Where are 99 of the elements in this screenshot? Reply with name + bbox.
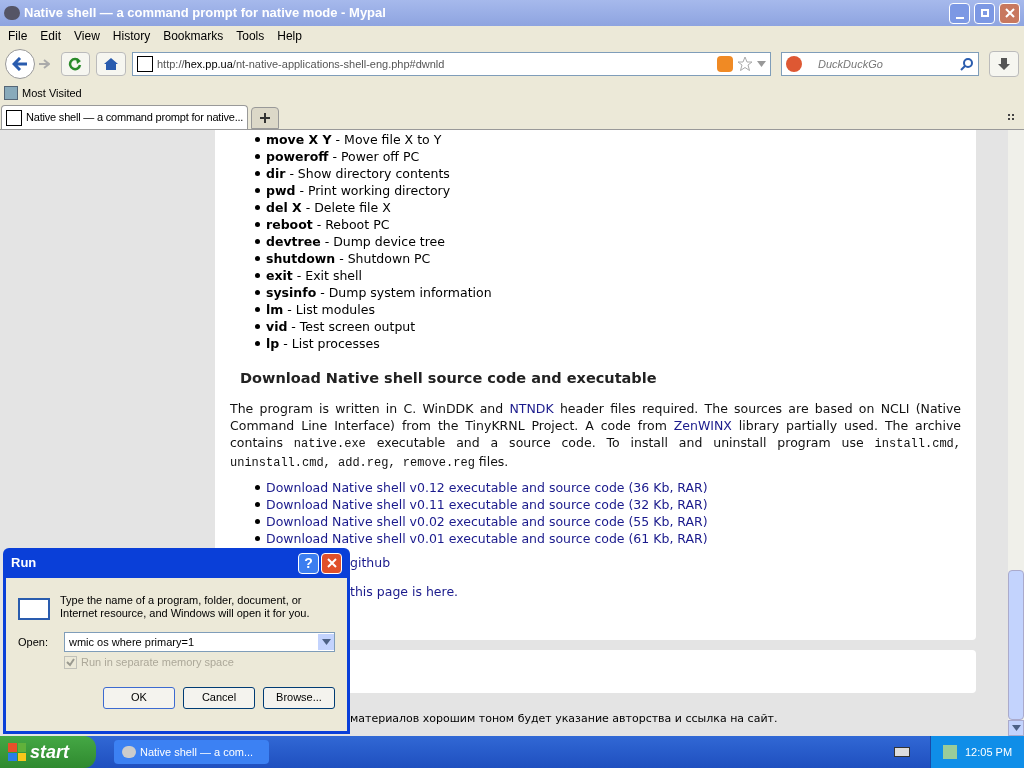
dialog-title: Run	[11, 554, 38, 573]
bullet-icon	[255, 536, 260, 541]
description-paragraph: The program is written in C. WinDDK and NTNDK header files required. The sources are based on NCLI (Native Command Line Interface) from the TinyKRNL Project. A code from ZenWINX library partially used. The archive contains native.exe executable and a source code. To install and uninstall program use install.cmd, uninstall.cmd, add.reg, remove.reg files.	[230, 400, 961, 472]
bullet-icon	[255, 273, 260, 278]
scroll-down-button[interactable]	[1008, 720, 1024, 736]
bullet-icon	[255, 307, 260, 312]
close-icon	[1004, 8, 1015, 18]
open-field[interactable]: wmic os where primary=1	[64, 632, 335, 652]
command-item: dir - Show directory contents	[266, 165, 450, 182]
back-button[interactable]	[5, 49, 35, 79]
bullet-icon	[255, 324, 260, 329]
windows-flag-icon	[8, 743, 26, 761]
bullet-icon	[255, 341, 260, 346]
home-icon	[103, 57, 120, 71]
new-tab-button[interactable]	[251, 107, 279, 129]
scrollbar[interactable]	[1008, 130, 1024, 736]
bullet-icon	[255, 205, 260, 210]
close-icon	[326, 558, 337, 568]
bullet-icon	[255, 290, 260, 295]
reload-button[interactable]	[60, 52, 91, 76]
bullet-icon	[255, 222, 260, 227]
download-link[interactable]: Download Native shell v0.11 executable and source code (32 Kb, RAR)	[266, 496, 708, 513]
caret-icon	[757, 61, 767, 67]
url-text: http://hex.pp.ua/nt-native-applications-shell-eng.php#dwnld	[157, 56, 446, 72]
dialog-button[interactable]: Browse...	[263, 686, 335, 709]
command-item: vid - Test screen output	[266, 318, 416, 335]
menu-item[interactable]: History	[110, 27, 153, 45]
footer-text: материалов хорошим тоном будет указание авторства и ссылка на сайт.	[350, 712, 778, 725]
scroll-thumb[interactable]	[1008, 570, 1024, 720]
download-button[interactable]	[989, 51, 1019, 77]
menu-item[interactable]: Bookmarks	[161, 27, 226, 45]
download-link[interactable]: Download Native shell v0.02 executable and source code (55 Kb, RAR)	[266, 513, 708, 530]
checkbox-label: Run in separate memory space	[81, 655, 234, 670]
forward-arrow-icon	[37, 59, 50, 69]
bullet-icon	[255, 519, 260, 524]
search-field[interactable]: DuckDuckGo	[781, 52, 980, 76]
download-link[interactable]: Download Native shell v0.12 executable and source code (36 Kb, RAR)	[266, 479, 708, 496]
download-arrow-icon	[997, 57, 1012, 71]
command-item: lm - List modules	[266, 301, 375, 318]
command-item: shutdown - Shutdown PC	[266, 250, 431, 267]
section-heading: Download Native shell source code and executable	[240, 369, 658, 388]
menu-item[interactable]: View	[72, 27, 102, 45]
grip-icon	[1007, 113, 1015, 121]
dialog-button[interactable]: OK	[103, 686, 175, 709]
caret-icon	[1011, 725, 1021, 731]
search-icon[interactable]	[960, 57, 975, 71]
site-icon	[137, 56, 153, 72]
reload-icon	[68, 57, 83, 71]
minimize-button[interactable]	[949, 2, 970, 24]
bullet-icon	[255, 154, 260, 159]
download-link[interactable]: Download Native shell v0.01 executable and source code (61 Kb, RAR)	[266, 530, 708, 547]
text-link[interactable]: ZenWINX	[673, 418, 732, 433]
start-button[interactable]: start	[0, 736, 96, 768]
github-link[interactable]: github	[350, 555, 391, 570]
restore-button[interactable]	[974, 2, 995, 24]
back-arrow-icon	[11, 57, 28, 71]
menu-item[interactable]: Edit	[38, 27, 64, 45]
bullet-icon	[255, 137, 260, 142]
command-item: sysinfo - Dump system information	[266, 284, 492, 301]
address-field[interactable]: http://hex.pp.ua/nt-native-applications-shell-eng.php#dwnld	[132, 52, 772, 76]
keyboard-icon	[894, 747, 910, 757]
dropdown-button[interactable]	[318, 634, 334, 650]
rss-icon	[717, 56, 734, 72]
home-button[interactable]	[96, 52, 126, 76]
menu-item[interactable]: Help	[275, 27, 304, 45]
window-title: Native shell — a command prompt for native mode - Mypal	[24, 4, 387, 23]
command-item: reboot - Reboot PC	[266, 216, 390, 233]
bullet-icon	[255, 188, 260, 193]
menu-item[interactable]: File	[6, 27, 30, 45]
command-item: move X Y - Move file X to Y	[266, 131, 442, 148]
command-item: devtree - Dump device tree	[266, 233, 445, 250]
star-icon[interactable]	[737, 56, 754, 72]
dialog-button[interactable]: Cancel	[183, 686, 255, 709]
dialog-message: Type the name of a program, folder, document, or Internet resource, and Windows will open it for you.	[60, 594, 311, 620]
bullet-icon	[255, 485, 260, 490]
page-link[interactable]: this page is here.	[350, 584, 459, 599]
network-icon	[943, 745, 957, 759]
close-button[interactable]	[999, 2, 1020, 24]
bullet-icon	[255, 502, 260, 507]
open-label: Open:	[18, 634, 49, 650]
bullet-icon	[255, 256, 260, 261]
bullet-icon	[255, 171, 260, 176]
command-item: del X - Delete file X	[266, 199, 391, 216]
help-button[interactable]: ?	[298, 552, 319, 574]
command-item: poweroff - Power off PC	[266, 148, 420, 165]
close-button[interactable]	[321, 552, 342, 574]
bullet-icon	[255, 239, 260, 244]
program-window-icon	[18, 598, 50, 620]
plus-icon	[260, 113, 270, 123]
bookmark-item[interactable]: Most Visited	[4, 84, 82, 102]
duck-icon	[786, 56, 803, 72]
taskbar-button[interactable]: Native shell — a com...	[114, 740, 269, 764]
clock-text: 12:05 PM	[965, 744, 1013, 760]
browser-tab[interactable]: Native shell — a command prompt for native...	[1, 105, 248, 129]
command-item: lp - List processes	[266, 335, 380, 352]
text-link[interactable]: NTNDK	[509, 401, 554, 416]
command-item: exit - Exit shell	[266, 267, 362, 284]
command-item: pwd - Print working directory	[266, 182, 451, 199]
menu-item[interactable]: Tools	[234, 27, 267, 45]
